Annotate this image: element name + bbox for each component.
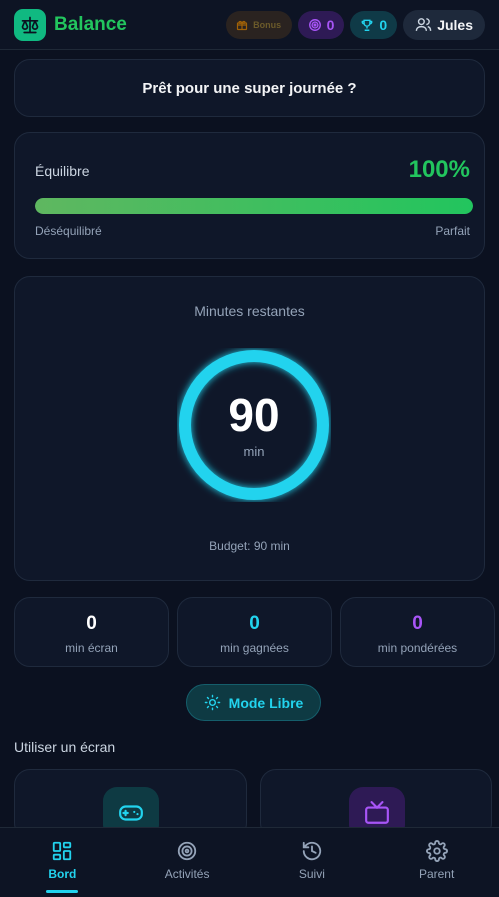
app-header: Balance Bonus 0 0 Jules	[0, 0, 499, 50]
stat-value: 0	[412, 613, 423, 634]
nav-item-suivi[interactable]: Suivi	[250, 828, 375, 897]
greeting-text: Prêt pour une super journée ?	[142, 79, 357, 97]
user-name: Jules	[437, 16, 473, 33]
target-icon	[308, 18, 321, 31]
stat-value: 0	[86, 613, 97, 634]
greeting-card: Prêt pour une super journée ?	[14, 59, 485, 117]
stat-weighted-minutes: 0 min pondérées	[340, 597, 495, 667]
scale-logo-icon	[14, 8, 46, 41]
user-switch-button[interactable]: Jules	[403, 9, 485, 40]
timer-card: Minutes restantes 90 min Budget: 90 min	[14, 276, 485, 581]
stat-earned-minutes: 0 min gagnées	[177, 597, 332, 667]
nav-label: Activités	[164, 867, 210, 881]
timer-unit: min	[243, 444, 265, 459]
trophy-count: 0	[379, 16, 388, 33]
bonus-chip[interactable]: Bonus	[225, 10, 292, 39]
stat-label: min écran	[65, 641, 118, 655]
mode-libre-label: Mode Libre	[228, 694, 304, 711]
balance-low-label: Déséquilibré	[35, 224, 102, 238]
balance-bar	[35, 198, 473, 214]
gift-icon	[236, 20, 248, 30]
nav-item-activites[interactable]: Activités	[125, 828, 250, 897]
balance-label: Équilibre	[35, 163, 90, 179]
nav-item-parent[interactable]: Parent	[374, 828, 499, 897]
trophy-chip[interactable]: 0	[350, 10, 398, 39]
stat-screen-minutes: 0 min écran	[14, 597, 169, 667]
balance-bar-fill	[35, 198, 473, 214]
nav-item-bord[interactable]: Bord	[0, 828, 125, 897]
trophy-icon	[361, 19, 373, 31]
target-count: 0	[326, 16, 335, 33]
gear-icon	[425, 840, 448, 862]
budget-text: Budget: 90 min	[209, 539, 290, 553]
nav-label: Bord	[48, 867, 77, 881]
nav-label: Parent	[418, 867, 455, 881]
sun-icon	[204, 694, 220, 711]
bottom-nav: Bord Activités Suivi Parent	[0, 827, 499, 897]
balance-percent: 100%	[408, 156, 470, 183]
target-icon	[177, 841, 197, 861]
stat-label: min gagnées	[220, 641, 289, 655]
timer-ring: 90 min	[177, 348, 331, 502]
history-icon	[302, 841, 322, 861]
balance-high-label: Parfait	[435, 224, 470, 238]
target-chip[interactable]: 0	[297, 10, 345, 39]
active-indicator	[46, 890, 79, 893]
bonus-label: Bonus	[253, 19, 282, 30]
timer-title: Minutes restantes	[194, 303, 305, 319]
stat-value: 0	[249, 613, 260, 634]
balance-card: Équilibre 100% Déséquilibré Parfait	[14, 132, 485, 259]
use-section-title: Utiliser un écran	[14, 739, 116, 755]
timer-value: 90	[228, 389, 280, 441]
users-icon	[415, 18, 432, 31]
stat-label: min pondérées	[377, 641, 458, 655]
grid-icon	[53, 841, 72, 861]
app-title: Balance	[54, 13, 127, 35]
mode-libre-button[interactable]: Mode Libre	[186, 684, 321, 721]
nav-label: Suivi	[298, 867, 325, 881]
